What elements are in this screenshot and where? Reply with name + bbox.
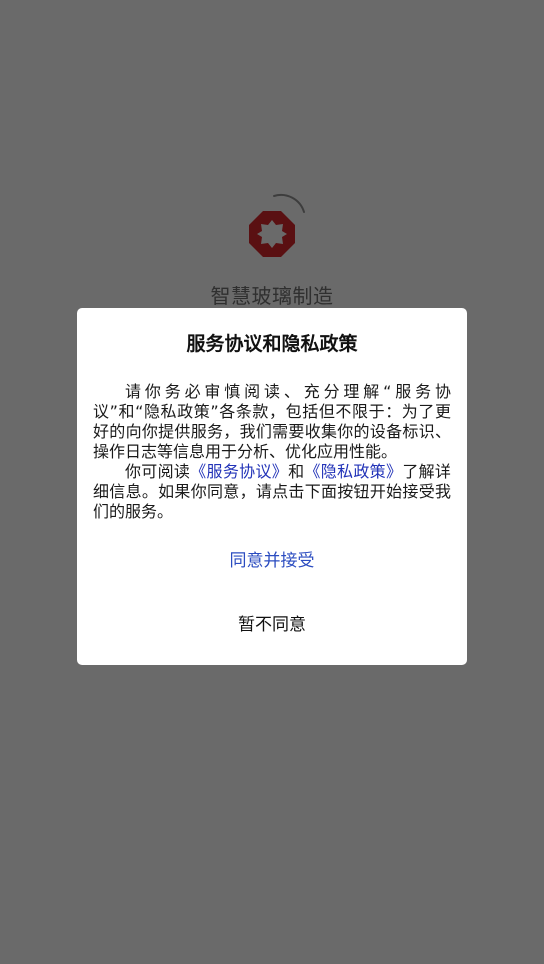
dialog-title: 服务协议和隐私政策 — [186, 333, 358, 355]
service-agreement-link[interactable]: 《服务协议》 — [190, 462, 288, 481]
privacy-policy-link[interactable]: 《隐私政策》 — [304, 462, 402, 481]
app-name: 智慧玻璃制造 — [210, 284, 334, 308]
privacy-dialog: 服务协议和隐私政策 请你务必审慎阅读、充分理解“服务协议”和“隐私政策”各条款，… — [77, 308, 467, 665]
paragraph-text: 你可阅读 — [125, 462, 191, 481]
agree-button[interactable]: 同意并接受 — [77, 546, 467, 576]
dialog-paragraph: 你可阅读《服务协议》和《隐私政策》了解详细信息。如果你同意，请点击下面按钮开始接… — [93, 462, 451, 522]
dialog-paragraph: 请你务必审慎阅读、充分理解“服务协议”和“隐私政策”各条款，包括但不限于：为了更… — [93, 382, 451, 461]
octagon-logo-icon — [249, 211, 295, 257]
decline-button[interactable]: 暂不同意 — [77, 610, 467, 640]
paragraph-text: 和 — [288, 462, 305, 481]
dialog-body: 请你务必审慎阅读、充分理解“服务协议”和“隐私政策”各条款，包括但不限于：为了更… — [93, 382, 451, 522]
